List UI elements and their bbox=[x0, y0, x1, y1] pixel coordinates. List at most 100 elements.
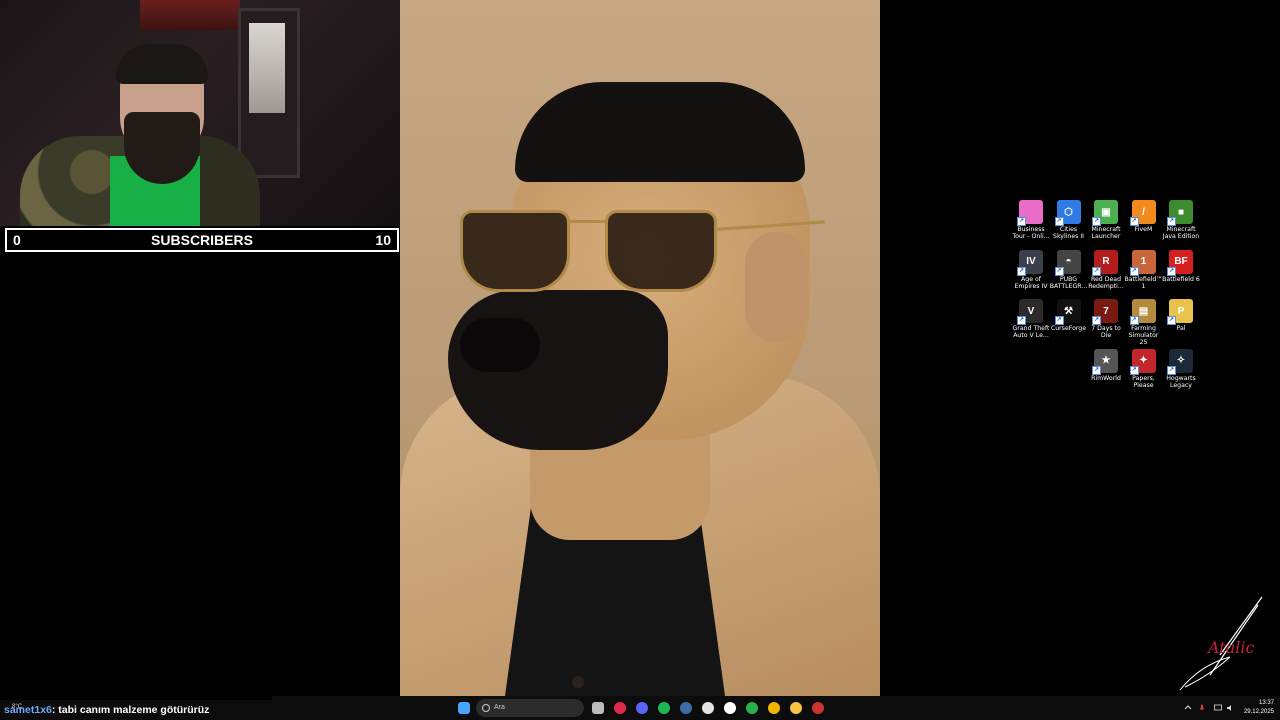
shortcut-arrow-icon: ↗ bbox=[1129, 217, 1139, 226]
right-lens bbox=[605, 210, 717, 292]
streamer-hair bbox=[116, 44, 208, 84]
shortcut-label: Battlefield™ 1 bbox=[1124, 275, 1163, 290]
shortcut-arrow-icon: ↗ bbox=[1092, 316, 1101, 325]
desktop-shortcut[interactable]: ■ ↗ Minecraft Java Edition bbox=[1162, 200, 1200, 240]
app-icon: ⬡ ↗ bbox=[1054, 200, 1081, 226]
capcut-icon[interactable] bbox=[724, 702, 736, 714]
left-lens bbox=[460, 210, 570, 292]
app-icon: 7 ↗ bbox=[1092, 299, 1118, 325]
shortcut-arrow-icon: ↗ bbox=[1129, 365, 1139, 375]
weather-widget: 8°C bbox=[12, 704, 23, 710]
epic-games-icon[interactable] bbox=[702, 702, 714, 714]
shortcut-arrow-icon: ↗ bbox=[1017, 266, 1026, 276]
chrome-icon[interactable] bbox=[768, 702, 780, 714]
taskbar-search[interactable]: Ara bbox=[476, 699, 584, 717]
subscriber-count: 0 bbox=[13, 232, 21, 248]
microphone-icon[interactable] bbox=[1198, 704, 1206, 712]
app-icon: 1 ↗ bbox=[1129, 249, 1156, 276]
search-placeholder: Ara bbox=[494, 704, 505, 711]
shortcut-label: Minecraft Launcher bbox=[1091, 226, 1121, 240]
streamer bbox=[20, 40, 260, 226]
shortcut-arrow-icon: ↗ bbox=[1167, 316, 1176, 325]
opera-icon[interactable] bbox=[614, 702, 626, 714]
chat-separator: : bbox=[51, 704, 56, 716]
app-icon: IV ↗ bbox=[1017, 249, 1043, 276]
aviator-sunglasses bbox=[455, 200, 825, 310]
shortcut-label: Grand Theft Auto V Le... bbox=[1012, 325, 1050, 339]
xbox-icon[interactable] bbox=[746, 702, 758, 714]
shortcut-label: Age of Empires IV bbox=[1014, 275, 1048, 290]
shortcut-arrow-icon: ↗ bbox=[1092, 217, 1101, 226]
glasses-bridge bbox=[567, 220, 609, 223]
app-icon: BF ↗ bbox=[1167, 249, 1193, 276]
desktop-shortcut[interactable]: P ↗ Pal bbox=[1162, 299, 1200, 332]
steam-icon[interactable] bbox=[680, 702, 692, 714]
shortcut-label: Minecraft Java Edition bbox=[1162, 226, 1200, 240]
app-icon: ★ ↗ bbox=[1092, 348, 1118, 375]
shortcut-label: PUBG BATTLEGR... bbox=[1049, 275, 1088, 290]
shortcut-arrow-icon: ↗ bbox=[1167, 365, 1176, 375]
shortcut-label: Business Tour - Onli... bbox=[1012, 226, 1050, 240]
search-icon bbox=[482, 704, 490, 712]
desktop-shortcut[interactable]: ✦ ↗ Papers, Please bbox=[1125, 348, 1163, 389]
shortcut-arrow-icon: ↗ bbox=[1167, 266, 1176, 276]
desktop-shortcut[interactable]: ★ ↗ RimWorld bbox=[1087, 348, 1125, 382]
shortcut-label: RimWorld bbox=[1091, 374, 1121, 382]
file-explorer-icon[interactable] bbox=[790, 702, 802, 714]
clock-time: 13:37 bbox=[1258, 700, 1274, 706]
desktop-shortcut[interactable]: ↗ Business Tour - Onli... bbox=[1012, 200, 1050, 240]
desktop-shortcut[interactable]: BF ↗ Battlefield 6 bbox=[1162, 249, 1200, 283]
subscriber-goal-bar: 0 SUBSCRIBERS 10 bbox=[5, 228, 399, 252]
chat-message: tabi canım malzeme götürürüz bbox=[58, 704, 210, 716]
app-icon: V ↗ bbox=[1017, 299, 1043, 325]
chat-overlay: 8°C samet1x6: tabi canım malzeme götürür… bbox=[0, 700, 272, 720]
obs-icon[interactable] bbox=[812, 702, 824, 714]
shortcut-arrow-icon: ↗ bbox=[1054, 266, 1064, 276]
tray-chevron-icon[interactable] bbox=[1184, 704, 1192, 712]
dog-man-image bbox=[400, 0, 880, 696]
app-icon: ▣ ↗ bbox=[1092, 200, 1118, 226]
desktop-shortcut[interactable]: ✧ ↗ Hogwarts Legacy bbox=[1162, 348, 1200, 389]
shortcut-label: Papers, Please bbox=[1132, 374, 1155, 389]
desktop-shortcut[interactable]: ◓ ↗ PUBG BATTLEGR... bbox=[1049, 249, 1088, 290]
discord-icon[interactable] bbox=[636, 702, 648, 714]
shortcut-arrow-icon: ↗ bbox=[1092, 365, 1101, 375]
shortcut-arrow-icon: ↗ bbox=[1054, 217, 1064, 226]
desktop-icon-grid: ↗ Business Tour - Onli... ⬡ ↗ Cities Skyline… bbox=[1012, 200, 1200, 400]
start-icon[interactable] bbox=[458, 702, 470, 714]
subscriber-label: SUBSCRIBERS bbox=[151, 232, 253, 248]
desktop-shortcut[interactable]: IV ↗ Age of Empires IV bbox=[1012, 249, 1050, 290]
app-icon: ✦ ↗ bbox=[1129, 348, 1156, 375]
webcam-curtain bbox=[140, 0, 240, 30]
signature-logo: Atalic bbox=[1179, 596, 1263, 691]
app-icon: ⚒ ↗ bbox=[1054, 299, 1081, 325]
volume-icon[interactable] bbox=[1226, 704, 1234, 712]
desktop-shortcut[interactable]: 7 ↗ 7 Days to Die bbox=[1087, 299, 1125, 339]
network-icon[interactable] bbox=[1214, 704, 1222, 712]
app-icon: ↗ bbox=[1017, 200, 1043, 226]
dog-nose bbox=[460, 318, 540, 372]
desktop-shortcut[interactable]: ▣ ↗ Minecraft Launcher bbox=[1087, 200, 1125, 240]
taskbar-clock[interactable]: 13:37 29.12.2025 bbox=[1244, 699, 1274, 717]
haircut bbox=[515, 82, 805, 182]
shortcut-arrow-icon: ↗ bbox=[1017, 316, 1026, 325]
task-view-icon[interactable] bbox=[592, 702, 604, 714]
app-icon: ▤ ↗ bbox=[1129, 299, 1156, 325]
desktop-shortcut[interactable]: / ↗ FiveM bbox=[1125, 200, 1163, 233]
app-icon: ◓ ↗ bbox=[1054, 249, 1081, 276]
subscriber-goal: 10 bbox=[375, 232, 391, 248]
desktop-shortcut[interactable]: R ↗ Red Dead Redempti... bbox=[1087, 249, 1125, 290]
webcam-overlay bbox=[0, 0, 400, 226]
shortcut-arrow-icon: ↗ bbox=[1017, 217, 1026, 226]
desktop-shortcut[interactable]: V ↗ Grand Theft Auto V Le... bbox=[1012, 299, 1050, 339]
desktop-shortcut[interactable]: ▤ ↗ Farming Simulator 25 bbox=[1125, 299, 1163, 346]
desktop-shortcut[interactable]: ⚒ ↗ CurseForge bbox=[1050, 299, 1088, 332]
shortcut-label: Pal bbox=[1176, 325, 1186, 332]
shortcut-label: FiveM bbox=[1134, 226, 1153, 233]
shortcut-label: Farming Simulator 25 bbox=[1128, 325, 1159, 346]
clock-date: 29.12.2025 bbox=[1243, 709, 1274, 715]
desktop-shortcut[interactable]: ⬡ ↗ Cities Skylines II bbox=[1050, 200, 1088, 240]
taskbar: Ara 13:37 29.12.2025 bbox=[272, 696, 1280, 720]
spotify-icon[interactable] bbox=[658, 702, 670, 714]
desktop-shortcut[interactable]: 1 ↗ Battlefield™ 1 bbox=[1124, 249, 1163, 290]
